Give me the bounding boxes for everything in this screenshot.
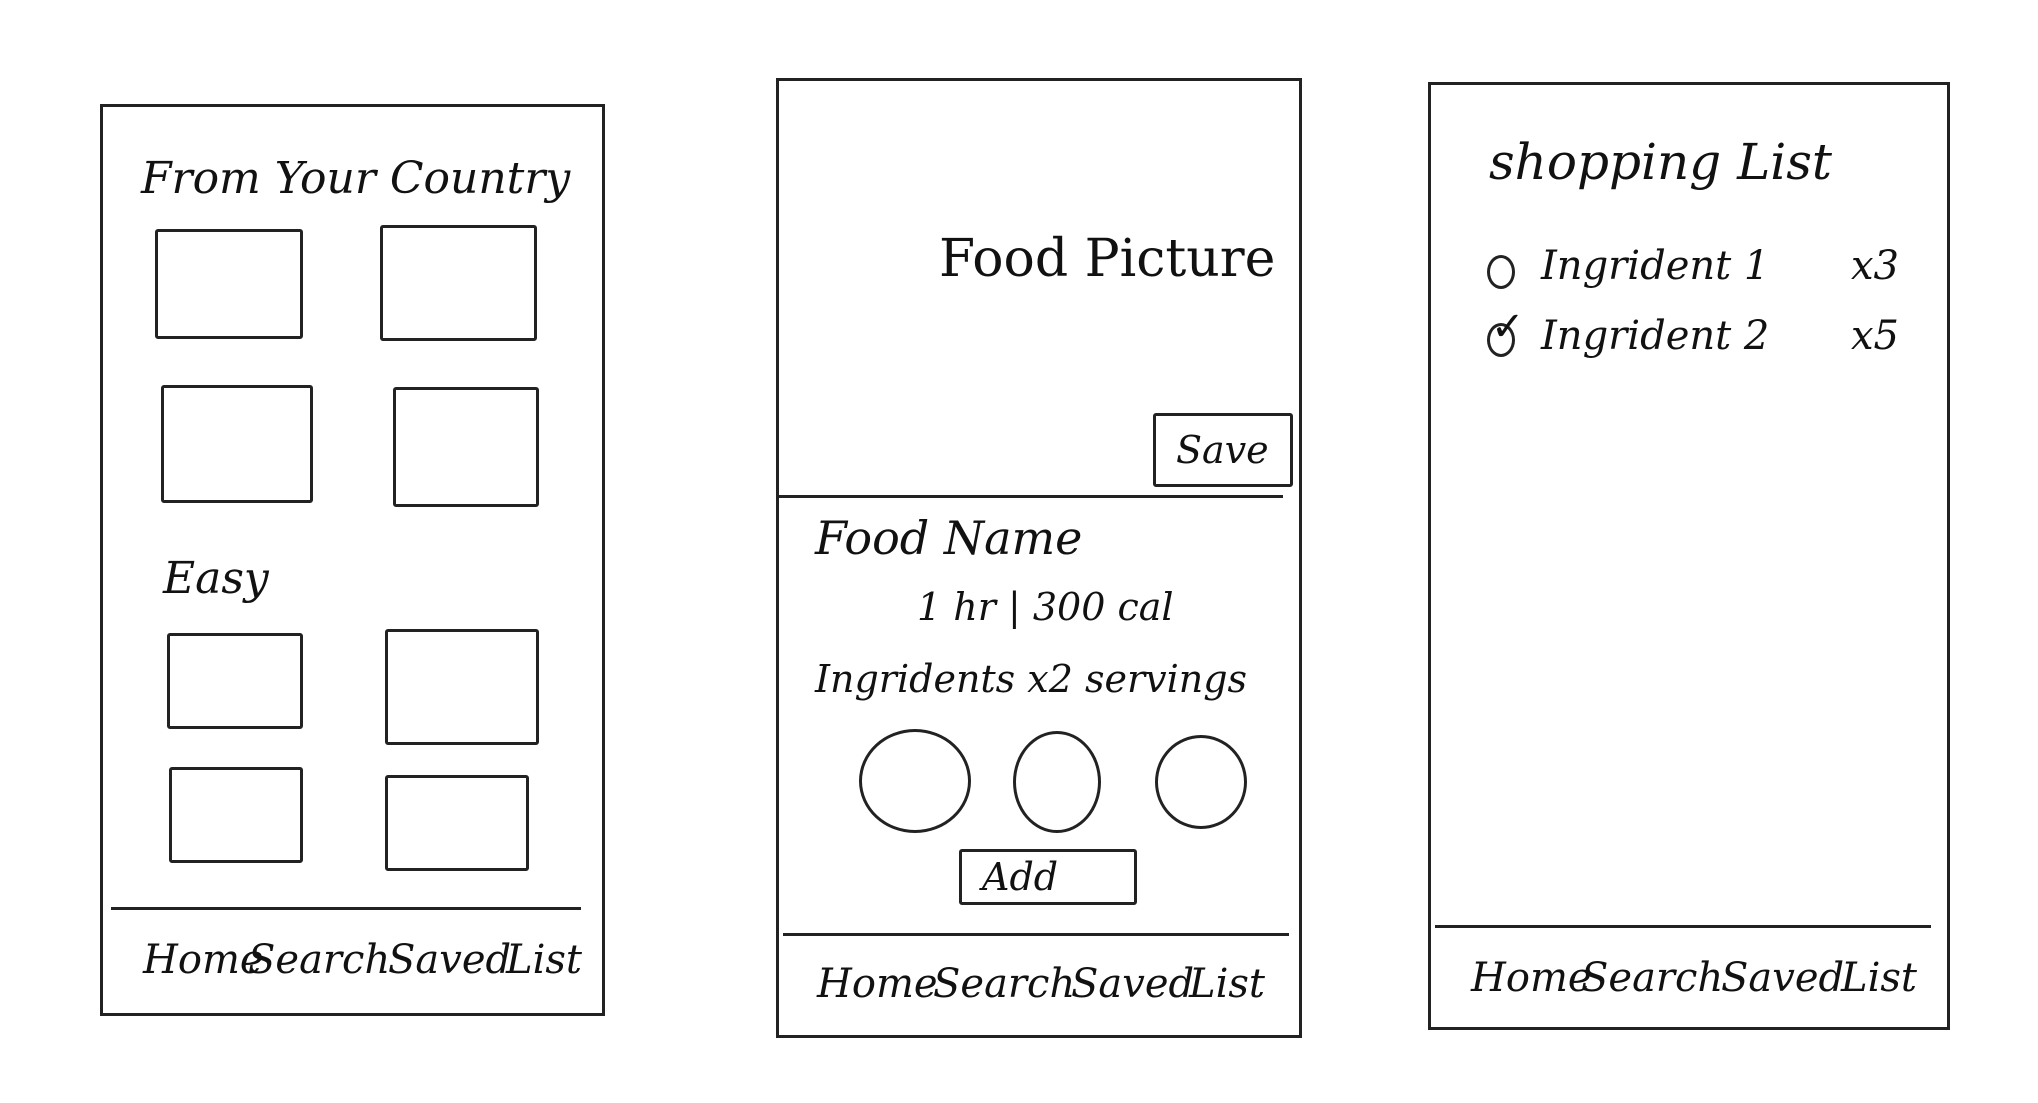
recipe-card[interactable] xyxy=(169,767,303,863)
nav-list[interactable]: List xyxy=(506,937,582,983)
recipe-meta: 1 hr | 300 cal xyxy=(917,585,1174,629)
nav-divider xyxy=(111,907,581,910)
picture-divider xyxy=(779,495,1283,498)
save-button[interactable]: Save xyxy=(1153,413,1293,487)
nav-home[interactable]: Home xyxy=(143,937,264,983)
recipe-card[interactable] xyxy=(380,225,537,341)
shopping-item-qty: x5 xyxy=(1851,313,1900,359)
detail-screen: Food Picture Save Food Name 1 hr | 300 c… xyxy=(776,78,1302,1038)
section-title-from-your-country: From Your Country xyxy=(141,153,571,204)
nav-list[interactable]: List xyxy=(1189,961,1265,1007)
food-picture-placeholder: Food Picture xyxy=(939,229,1276,289)
recipe-card[interactable] xyxy=(385,775,529,871)
recipe-card[interactable] xyxy=(167,633,303,729)
food-name: Food Name xyxy=(815,511,1083,565)
nav-search[interactable]: Search xyxy=(1581,955,1723,1001)
shopping-item-name: Ingrident 1 xyxy=(1541,243,1770,289)
checkmark-icon: ✓ xyxy=(1491,304,1525,350)
recipe-card[interactable] xyxy=(155,229,303,339)
shopping-item-qty: x3 xyxy=(1851,243,1900,289)
recipe-card[interactable] xyxy=(161,385,313,503)
add-button[interactable]: Add xyxy=(959,849,1137,905)
nav-divider xyxy=(1435,925,1931,928)
shopping-list-screen: shopping List Ingrident 1 x3 ✓ Ingrident… xyxy=(1428,82,1950,1030)
recipe-card[interactable] xyxy=(393,387,539,507)
nav-search[interactable]: Search xyxy=(933,961,1075,1007)
nav-search[interactable]: Search xyxy=(248,937,390,983)
nav-saved[interactable]: Saved xyxy=(1721,955,1844,1001)
nav-list[interactable]: List xyxy=(1841,955,1917,1001)
ingredient-circle[interactable] xyxy=(1013,731,1101,833)
ingredient-circle[interactable] xyxy=(1155,735,1247,829)
nav-saved[interactable]: Saved xyxy=(388,937,511,983)
nav-divider xyxy=(783,933,1289,936)
unchecked-checkbox[interactable] xyxy=(1487,255,1515,289)
home-screen: From Your Country Easy Home Search Saved… xyxy=(100,104,605,1016)
section-title-easy: Easy xyxy=(163,553,269,604)
nav-home[interactable]: Home xyxy=(1471,955,1592,1001)
nav-saved[interactable]: Saved xyxy=(1071,961,1194,1007)
ingredients-header: Ingridents x2 servings xyxy=(815,657,1248,701)
shopping-item-name: Ingrident 2 xyxy=(1541,313,1770,359)
nav-home[interactable]: Home xyxy=(817,961,938,1007)
ingredient-circle[interactable] xyxy=(859,729,971,833)
page-title: shopping List xyxy=(1489,133,1833,191)
recipe-card[interactable] xyxy=(385,629,539,745)
